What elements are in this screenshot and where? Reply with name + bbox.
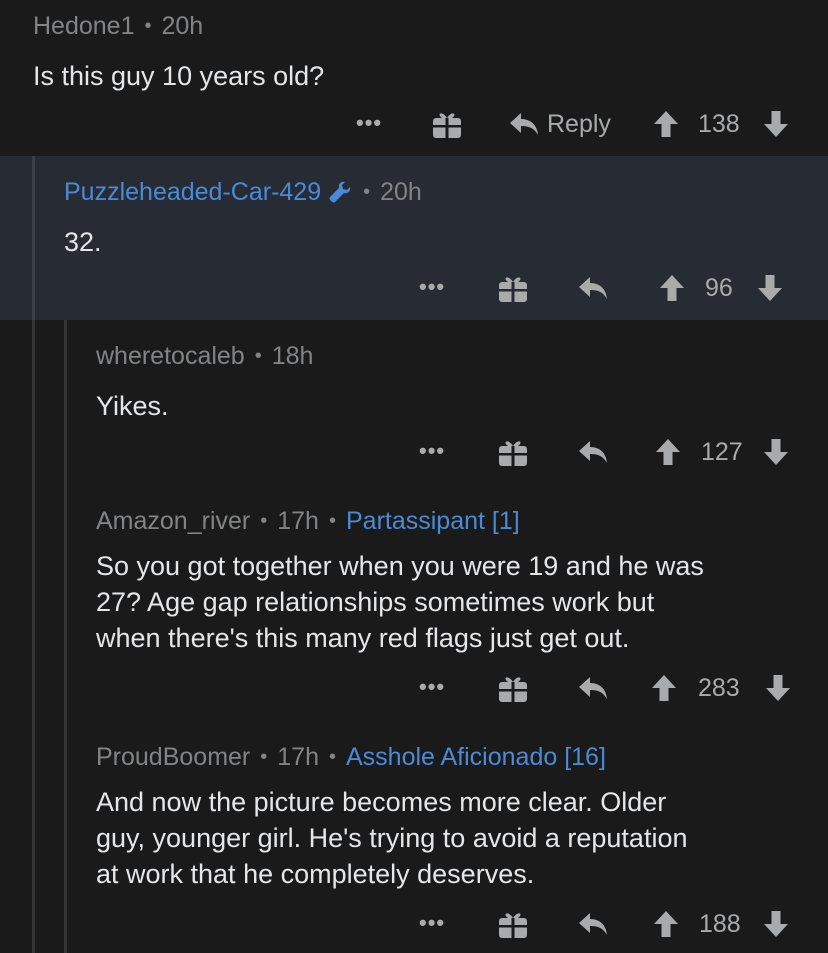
separator-dot: • xyxy=(254,345,262,367)
downvote-icon[interactable] xyxy=(763,910,789,938)
separator-dot: • xyxy=(260,746,268,768)
more-icon[interactable]: ••• xyxy=(419,274,445,300)
separator-dot: • xyxy=(144,15,152,37)
comment-actions: ••• 283 xyxy=(0,668,828,708)
comment-body: Yikes. xyxy=(96,391,169,421)
comment-time: 20h xyxy=(161,12,204,40)
reply-button[interactable] xyxy=(578,275,608,301)
separator-dot: • xyxy=(363,181,371,203)
comment-time: 20h xyxy=(380,178,422,206)
comment-actions: ••• 96 xyxy=(0,268,828,308)
comment-body-line: So you got together when you were 19 and… xyxy=(96,551,704,581)
separator-dot: • xyxy=(328,510,336,532)
gift-icon[interactable] xyxy=(498,273,528,303)
downvote-icon[interactable] xyxy=(763,110,789,138)
vote-score: 283 xyxy=(698,673,740,702)
upvote-icon[interactable] xyxy=(651,674,677,702)
comment-meta: ProudBoomer • 17h • Asshole Aficionado [… xyxy=(96,743,606,772)
comment-actions: ••• 127 xyxy=(0,432,828,472)
downvote-icon[interactable] xyxy=(765,674,791,702)
vote-score: 138 xyxy=(698,109,740,138)
reply-label[interactable]: Reply xyxy=(547,110,611,139)
reply-button[interactable] xyxy=(578,439,608,465)
gift-icon[interactable] xyxy=(432,109,462,139)
upvote-icon[interactable] xyxy=(653,910,679,938)
comment-body: And now the picture becomes more clear. … xyxy=(96,784,687,892)
comment-author[interactable]: Amazon_river xyxy=(96,507,250,536)
comment-actions: ••• 188 xyxy=(0,904,828,944)
comment-body-line: at work that he completely deserves. xyxy=(96,859,535,889)
upvote-icon[interactable] xyxy=(659,274,685,302)
user-flair: Asshole Aficionado [16] xyxy=(346,743,606,771)
comment-meta: Amazon_river • 17h • Partassipant [1] xyxy=(96,507,520,536)
comment: wheretocaleb • 18h Yikes. ••• 127 xyxy=(0,320,828,492)
reply-button[interactable]: Reply xyxy=(509,110,611,139)
vote-score: 188 xyxy=(699,909,741,938)
comment-meta: Puzzleheaded-Car-429 • 20h xyxy=(64,178,422,207)
reply-button[interactable] xyxy=(578,911,608,937)
separator-dot: • xyxy=(260,510,268,532)
reply-button[interactable] xyxy=(578,675,608,701)
comment-body-line: And now the picture becomes more clear. … xyxy=(96,787,667,817)
comment: ProudBoomer • 17h • Asshole Aficionado [… xyxy=(0,728,828,953)
wrench-icon xyxy=(327,180,353,206)
gift-icon[interactable] xyxy=(498,673,528,703)
comment-time: 17h xyxy=(277,743,319,771)
comment-author-op[interactable]: Puzzleheaded-Car-429 xyxy=(64,178,321,207)
more-icon[interactable]: ••• xyxy=(419,674,445,700)
more-icon[interactable]: ••• xyxy=(419,910,445,936)
comment-meta: wheretocaleb • 18h xyxy=(96,342,313,371)
separator-dot: • xyxy=(328,746,336,768)
more-icon[interactable]: ••• xyxy=(356,110,382,136)
user-flair: Partassipant [1] xyxy=(345,507,520,535)
comment-body-line: 27? Age gap relationships sometimes work… xyxy=(96,587,655,617)
comment-author[interactable]: Hedone1 xyxy=(33,12,134,41)
downvote-icon[interactable] xyxy=(757,274,783,302)
more-icon[interactable]: ••• xyxy=(419,438,445,464)
upvote-icon[interactable] xyxy=(653,110,679,138)
upvote-icon[interactable] xyxy=(655,438,681,466)
comment-body-line: guy, younger girl. He's trying to avoid … xyxy=(96,823,688,853)
vote-score: 96 xyxy=(705,273,733,302)
comment-body: 32. xyxy=(64,227,102,257)
comment-time: 18h xyxy=(271,342,314,370)
comment-time: 17h xyxy=(277,507,319,535)
vote-score: 127 xyxy=(701,437,743,466)
comment-body-line: when there's this many red flags just ge… xyxy=(96,623,630,653)
gift-icon[interactable] xyxy=(498,437,528,467)
comment-body: So you got together when you were 19 and… xyxy=(96,548,704,656)
comment-author[interactable]: wheretocaleb xyxy=(96,342,245,371)
comment-meta: Hedone1 • 20h xyxy=(33,12,203,41)
comment-author[interactable]: ProudBoomer xyxy=(96,743,250,772)
downvote-icon[interactable] xyxy=(763,438,789,466)
comment: Hedone1 • 20h Is this guy 10 years old? … xyxy=(0,0,828,156)
comment-highlighted: Puzzleheaded-Car-429 • 20h 32. ••• 96 xyxy=(0,156,828,320)
gift-icon[interactable] xyxy=(498,909,528,939)
comment: Amazon_river • 17h • Partassipant [1] So… xyxy=(0,492,828,728)
comment-actions: ••• Reply 138 xyxy=(0,104,828,144)
comment-body: Is this guy 10 years old? xyxy=(33,61,325,91)
